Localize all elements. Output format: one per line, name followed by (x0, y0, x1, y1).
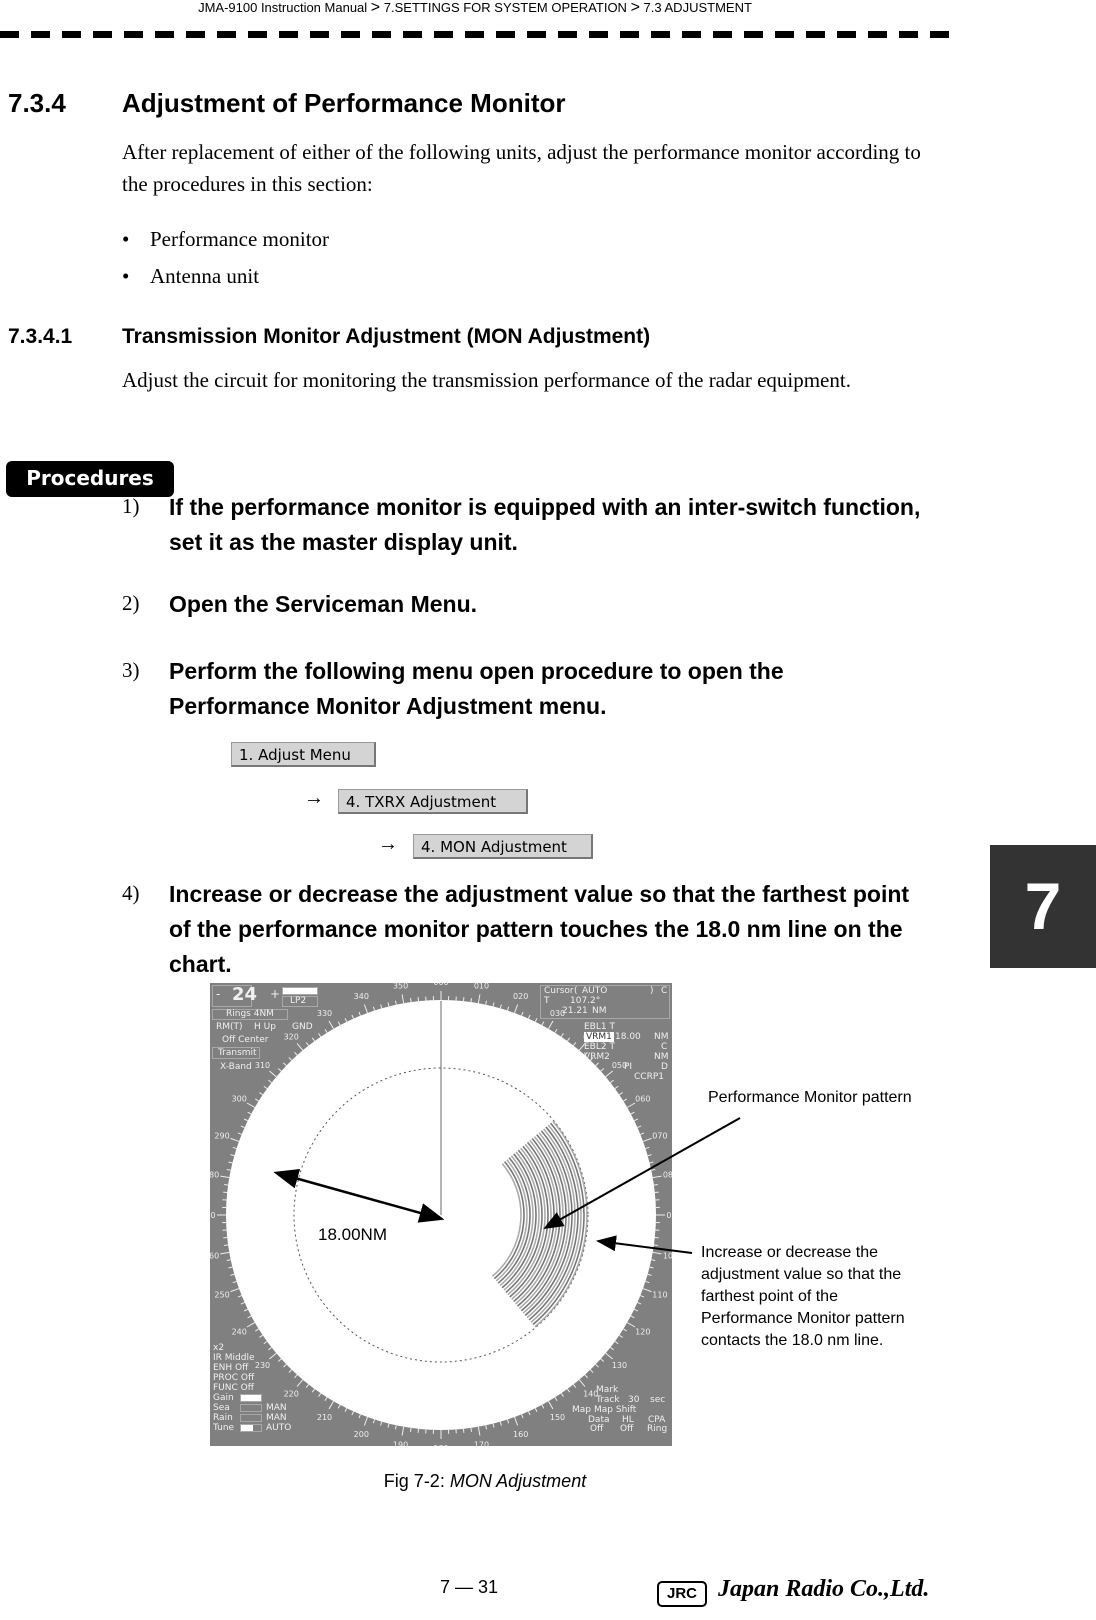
company-name: Japan Radio Co.,Ltd. (718, 1576, 930, 1602)
section-title: 7.3.4 Adjustment of Performance Monitor (8, 88, 565, 119)
breadcrumb-item[interactable]: JMA-9100 Instruction Manual (198, 0, 367, 15)
subsection-title: 7.3.4.1 Transmission Monitor Adjustment (… (8, 325, 650, 349)
bullet-item: • Antenna unit (122, 264, 259, 289)
callout-line: Performance Monitor pattern (701, 1310, 905, 1327)
bullet-item: • Performance monitor (122, 227, 329, 252)
bullet-text: Antenna unit (150, 264, 260, 288)
adjust-callout: Increase or decrease the adjustment valu… (701, 1242, 905, 1352)
breadcrumb-separator: > (630, 0, 640, 16)
step-text: Increase or decrease the adjustment valu… (169, 881, 910, 977)
breadcrumb-item[interactable]: 7.3 ADJUSTMENT (644, 0, 752, 15)
step-text: Perform the following menu open procedur… (169, 658, 784, 719)
step-text: If the performance monitor is equipped w… (169, 494, 921, 555)
step-number: 1) (122, 494, 140, 518)
arrow-icon: → (378, 833, 398, 855)
caption-prefix: Fig 7-2: (383, 1471, 450, 1491)
figure-caption: Fig 7-2: MON Adjustment (0, 1471, 970, 1492)
adjust-callout-line (596, 1235, 693, 1254)
chapter-tab[interactable]: 7 (990, 845, 1096, 968)
pattern-callout: Performance Monitor pattern (708, 1089, 912, 1106)
menu-adjust-menu[interactable]: 1. Adjust Menu (231, 742, 376, 767)
bullet-icon: • (122, 227, 130, 251)
procedures-badge: Procedures (6, 461, 174, 497)
callout-line: contacts the 18.0 nm line. (701, 1332, 884, 1349)
breadcrumb-separator: > (370, 0, 381, 16)
breadcrumb: JMA-9100 Instruction Manual > 7.SETTINGS… (0, 0, 950, 16)
page-number: 7 — 31 (440, 1577, 499, 1597)
figure-annotations (273, 1117, 741, 1254)
step-text: Open the Serviceman Menu. (169, 591, 478, 617)
step-number: 4) (122, 881, 140, 905)
pattern-callout-line (543, 1117, 741, 1229)
callout-line: adjustment value so that the (701, 1266, 902, 1283)
jrc-logo: JRC (657, 1581, 707, 1607)
range-arrow (273, 1169, 445, 1223)
callout-line: farthest point of the (701, 1288, 838, 1305)
menu-txrx-adjustment[interactable]: 4. TXRX Adjustment (338, 789, 528, 814)
section-intro: After replacement of either of the follo… (122, 140, 921, 196)
bullet-icon: • (122, 264, 130, 288)
subsection-heading: Transmission Monitor Adjustment (MON Adj… (122, 325, 651, 348)
range-label: 18.00NM (318, 1225, 387, 1244)
callout-line: Increase or decrease the (701, 1244, 878, 1261)
subsection-intro: Adjust the circuit for monitoring the tr… (122, 368, 851, 392)
bullet-text: Performance monitor (150, 227, 330, 251)
section-number: 7.3.4 (8, 88, 66, 118)
caption-title: MON Adjustment (449, 1471, 587, 1491)
arrow-icon: → (304, 787, 324, 809)
header-divider (0, 31, 952, 38)
section-heading: Adjustment of Performance Monitor (122, 88, 566, 118)
step-number: 2) (122, 591, 140, 615)
step-number: 3) (122, 658, 140, 682)
menu-mon-adjustment[interactable]: 4. MON Adjustment (413, 834, 593, 859)
breadcrumb-item[interactable]: 7.SETTINGS FOR SYSTEM OPERATION (384, 0, 627, 15)
subsection-number: 7.3.4.1 (8, 325, 73, 348)
